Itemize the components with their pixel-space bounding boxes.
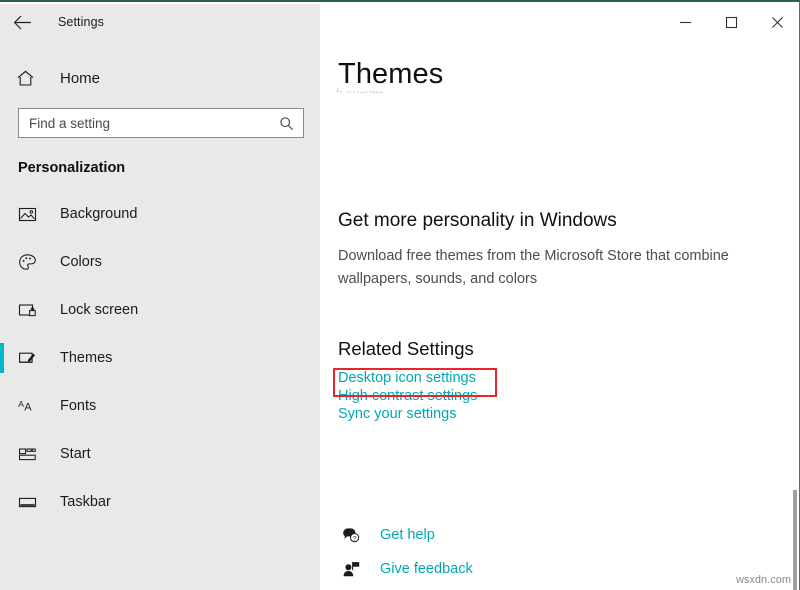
personality-heading: Get more personality in Windows: [338, 210, 768, 232]
sidebar-item-lock-screen-label: Lock screen: [60, 302, 138, 318]
related-settings-heading: Related Settings: [338, 338, 768, 360]
personality-description: Download free themes from the Microsoft …: [338, 245, 756, 291]
maximize-button[interactable]: [708, 5, 754, 39]
main-content: 5 images Themes Get more personality in …: [320, 40, 800, 590]
sidebar-item-taskbar[interactable]: Taskbar: [0, 478, 320, 526]
back-arrow-icon: [13, 15, 32, 30]
sidebar-item-background[interactable]: Background: [0, 190, 320, 238]
related-link-row: Sync your settings: [338, 396, 768, 414]
search-input[interactable]: [19, 109, 271, 137]
scrollbar-thumb[interactable]: [793, 490, 797, 590]
image-icon: [18, 205, 44, 224]
sidebar: Home Personalization: [0, 40, 320, 590]
window-title: Settings: [58, 15, 104, 29]
sidebar-item-home[interactable]: Home: [0, 58, 320, 98]
palette-icon: [18, 253, 44, 272]
fonts-icon: A A: [18, 397, 44, 416]
get-more-personality-section: Get more personality in Windows Download…: [338, 210, 768, 291]
page-title: Themes: [338, 58, 455, 91]
lock-screen-icon: [18, 301, 44, 320]
title-bar: Settings: [0, 4, 800, 40]
related-settings-section: Related Settings Desktop icon settings H…: [338, 338, 768, 414]
sidebar-item-themes[interactable]: Themes: [0, 334, 320, 382]
give-feedback-label: Give feedback: [380, 561, 473, 577]
get-help-label: Get help: [380, 527, 435, 543]
svg-text:A: A: [24, 401, 32, 413]
sidebar-item-fonts-label: Fonts: [60, 398, 96, 414]
sidebar-item-colors[interactable]: Colors: [0, 238, 320, 286]
sidebar-item-colors-label: Colors: [60, 254, 102, 270]
close-icon: [771, 16, 784, 29]
minimize-button[interactable]: [662, 5, 708, 39]
watermark: wsxdn.com: [736, 574, 791, 586]
brush-icon: [18, 349, 44, 368]
feedback-person-icon: [338, 560, 364, 579]
sidebar-item-start-label: Start: [60, 446, 91, 462]
sidebar-item-background-label: Background: [60, 206, 137, 222]
scrollbar-track[interactable]: [791, 40, 798, 590]
home-icon: [16, 69, 44, 88]
footer-links: ? Get help Give feedback: [338, 518, 473, 586]
sidebar-category-title: Personalization: [18, 160, 320, 176]
search-icon[interactable]: [275, 112, 297, 134]
settings-window: Settings: [0, 0, 800, 590]
sidebar-item-home-label: Home: [60, 70, 100, 87]
start-tiles-icon: [18, 445, 44, 464]
sidebar-item-fonts[interactable]: A A Fonts: [0, 382, 320, 430]
related-link-row: High contrast settings: [338, 378, 768, 396]
back-button[interactable]: [0, 5, 44, 39]
sidebar-item-taskbar-label: Taskbar: [60, 494, 111, 510]
svg-text:?: ?: [352, 535, 356, 542]
sidebar-item-lock-screen[interactable]: Lock screen: [0, 286, 320, 334]
related-link-row: Desktop icon settings: [338, 360, 768, 378]
give-feedback-link[interactable]: Give feedback: [338, 552, 473, 586]
minimize-icon: [679, 16, 692, 29]
taskbar-icon: [18, 493, 44, 512]
title-bar-left: Settings: [0, 4, 320, 40]
help-bubble-icon: ?: [338, 526, 364, 545]
close-button[interactable]: [754, 5, 800, 39]
sidebar-item-start[interactable]: Start: [0, 430, 320, 478]
search-box[interactable]: [18, 108, 304, 138]
sidebar-nav-list: Background Colors: [0, 190, 320, 526]
sidebar-item-themes-label: Themes: [60, 350, 112, 366]
window-controls: [320, 4, 800, 40]
get-help-link[interactable]: ? Get help: [338, 518, 473, 552]
maximize-icon: [725, 16, 738, 29]
